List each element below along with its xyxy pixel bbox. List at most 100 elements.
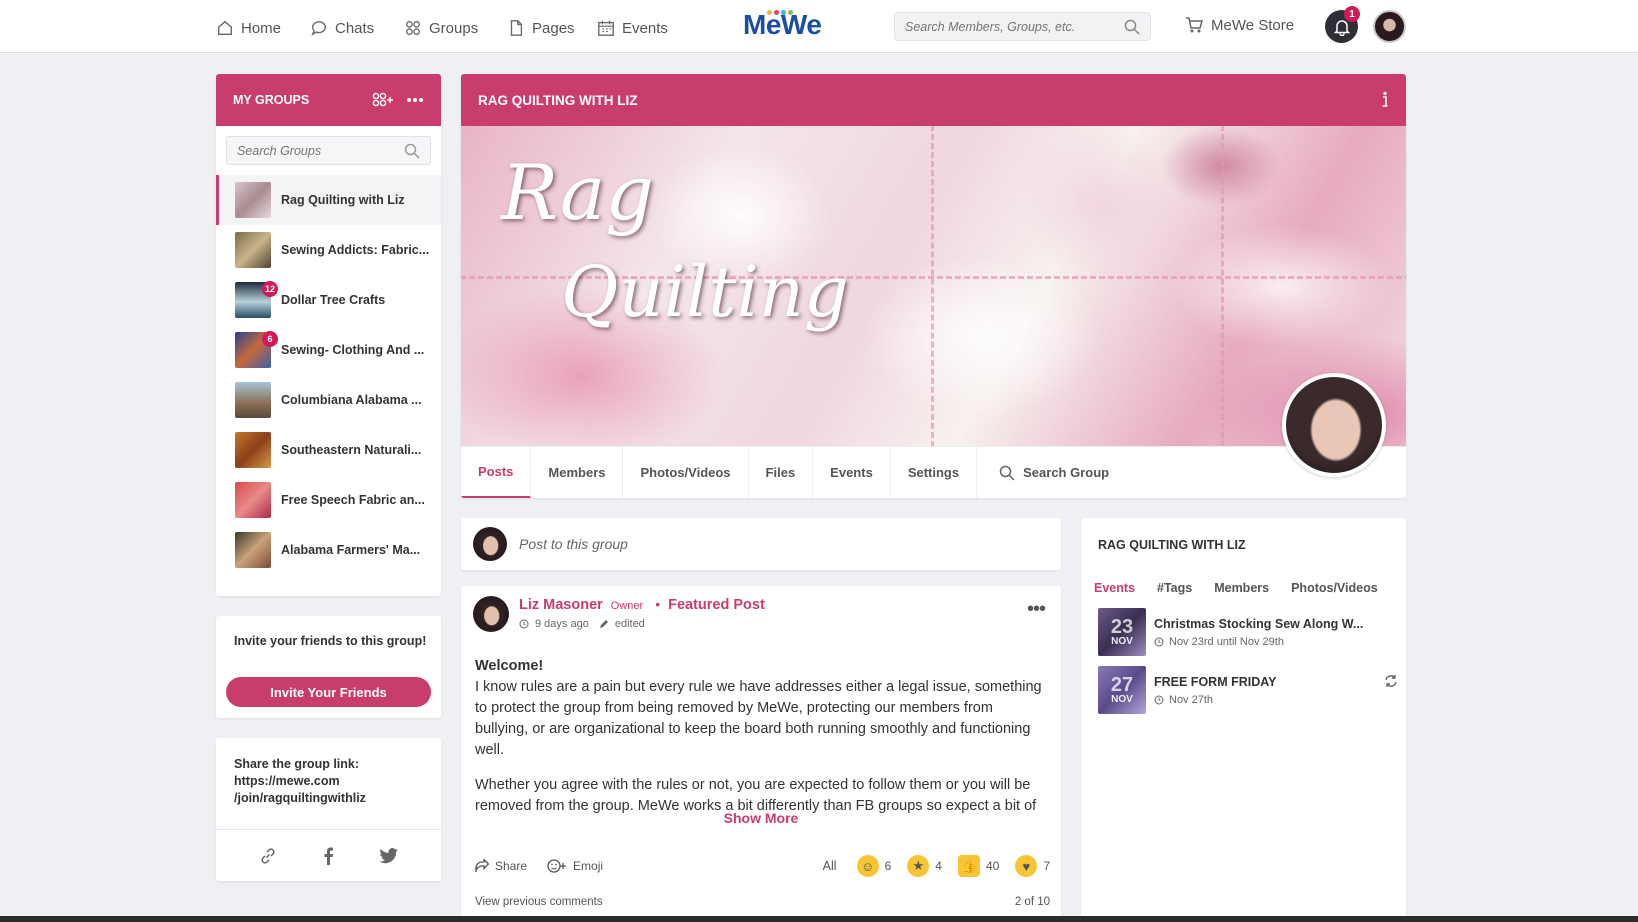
group-item[interactable]: Columbiana Alabama ...	[216, 375, 441, 425]
tab-photos-videos[interactable]: Photos/Videos	[623, 446, 749, 498]
clock-icon	[1154, 637, 1164, 647]
comment-counter: 2 of 10	[1014, 896, 1050, 908]
composer-placeholder[interactable]: Post to this group	[519, 536, 628, 552]
post-heading: Welcome!	[475, 658, 544, 674]
event-date: Nov 23rd until Nov 29th	[1169, 635, 1284, 648]
emoji-button[interactable]: Emoji	[547, 858, 603, 874]
tab-members[interactable]: Members	[1214, 581, 1269, 595]
home-icon	[216, 19, 234, 37]
nav-groups[interactable]: Groups	[404, 16, 478, 40]
group-name: Southeastern Naturali...	[281, 443, 422, 457]
mewe-logo[interactable]: MeWe	[743, 9, 822, 41]
twitter-icon[interactable]	[379, 847, 399, 864]
group-info-panel: RAG QUILTING WITH LIZ Events #Tags Membe…	[1081, 518, 1406, 922]
group-item[interactable]: Sewing Addicts: Fabric...	[216, 225, 441, 275]
unread-badge: 6	[262, 331, 278, 347]
cover-title-line1: Rag	[501, 148, 654, 237]
user-avatar[interactable]	[1373, 10, 1406, 43]
featured-post: Liz Masoner Owner • Featured Post 9 days…	[461, 586, 1061, 922]
add-emoji-icon	[547, 858, 567, 874]
nav-pages[interactable]: Pages	[507, 16, 575, 40]
group-item[interactable]: 6 Sewing- Clothing And ...	[216, 325, 441, 375]
search-icon[interactable]	[1124, 19, 1140, 35]
event-thumbnail: 27 NOV	[1098, 666, 1146, 714]
avatar[interactable]	[473, 596, 509, 632]
event-item[interactable]: 23 NOV Christmas Stocking Sew Along W...…	[1098, 608, 1398, 656]
add-group-icon[interactable]	[372, 92, 394, 108]
group-item[interactable]: Rag Quilting with Liz	[216, 175, 441, 225]
event-thumbnail: 23 NOV	[1098, 608, 1146, 656]
quilt-seam	[1221, 126, 1224, 446]
group-owner-avatar[interactable]	[1282, 373, 1386, 477]
reaction-count: 4	[935, 859, 942, 873]
event-name: FREE FORM FRIDAY	[1154, 674, 1277, 689]
post-options-icon[interactable]: •••	[1027, 598, 1046, 621]
unread-badge: 12	[262, 281, 278, 297]
share-link-line1[interactable]: https://mewe.com	[234, 773, 423, 790]
nav-events[interactable]: Events	[597, 16, 668, 40]
share-icon	[475, 859, 489, 873]
tab-events[interactable]: Events	[813, 446, 891, 498]
reaction-count: 6	[884, 859, 892, 873]
tab-tags[interactable]: #Tags	[1157, 581, 1192, 595]
page-icon	[507, 19, 525, 37]
event-item[interactable]: 27 NOV FREE FORM FRIDAY Nov 27th	[1098, 666, 1398, 714]
post-composer[interactable]: Post to this group	[461, 518, 1061, 570]
group-item[interactable]: Alabama Farmers' Ma...	[216, 525, 441, 575]
tab-events[interactable]: Events	[1094, 581, 1135, 595]
thumbs-up-emoji-icon[interactable]: 👍	[957, 855, 980, 877]
panel-tabs: Events #Tags Members Photos/Videos	[1094, 581, 1400, 595]
info-icon[interactable]	[1381, 91, 1389, 109]
reaction-count: 40	[985, 859, 1000, 873]
group-thumbnail	[235, 432, 271, 468]
view-previous-comments-link[interactable]: View previous comments	[475, 896, 603, 908]
nav-home[interactable]: Home	[216, 16, 281, 40]
tab-photos-videos[interactable]: Photos/Videos	[1291, 581, 1378, 595]
group-item[interactable]: Free Speech Fabric an...	[216, 475, 441, 525]
group-name: Columbiana Alabama ...	[281, 393, 422, 407]
group-name: Sewing Addicts: Fabric...	[281, 243, 430, 257]
recurring-icon	[1384, 674, 1398, 688]
facebook-icon[interactable]	[322, 847, 334, 865]
group-search[interactable]	[226, 136, 431, 165]
quilt-seam	[931, 126, 934, 446]
group-item[interactable]: 12 Dollar Tree Crafts	[216, 275, 441, 325]
group-search-input[interactable]	[237, 143, 404, 158]
post-body: Welcome! I know rules are a pain but eve…	[475, 656, 1050, 831]
nav-chats[interactable]: Chats	[310, 16, 374, 40]
group-tabs: Posts Members Photos/Videos Files Events…	[461, 446, 1406, 498]
more-options-icon[interactable]	[406, 97, 424, 103]
post-author[interactable]: Liz Masoner	[519, 597, 603, 613]
share-button[interactable]: Share	[475, 859, 527, 873]
group-name: Sewing- Clothing And ...	[281, 343, 425, 357]
star-eyes-emoji-icon[interactable]: ★	[907, 855, 930, 877]
group-thumbnail	[235, 532, 271, 568]
bottom-edge	[0, 916, 1638, 922]
global-search-input[interactable]	[905, 19, 1124, 34]
smile-emoji-icon[interactable]: ☺	[856, 855, 879, 877]
search-icon[interactable]	[404, 143, 420, 159]
group-title-bar: RAG QUILTING WITH LIZ	[461, 74, 1406, 126]
group-title: RAG QUILTING WITH LIZ	[478, 92, 638, 108]
logo-dots	[767, 10, 799, 16]
tab-search-group[interactable]: Search Group	[977, 447, 1126, 499]
copy-link-icon[interactable]	[259, 847, 277, 865]
tab-members[interactable]: Members	[531, 446, 624, 498]
group-item[interactable]: Southeastern Naturali...	[216, 425, 441, 475]
post-actions: Share Emoji All ☺ 6 ★ 4 👍 40 ♥ 7	[475, 854, 1050, 878]
cover-title-line2: Quilting	[561, 251, 849, 333]
tab-posts[interactable]: Posts	[461, 446, 532, 498]
group-name: Free Speech Fabric an...	[281, 493, 425, 507]
share-group-card: Share the group link: https://mewe.com /…	[216, 738, 441, 881]
mewe-store-link[interactable]: MeWe Store	[1185, 16, 1294, 34]
global-search[interactable]	[894, 12, 1151, 41]
tab-files[interactable]: Files	[749, 446, 814, 498]
hug-emoji-icon[interactable]: ♥	[1015, 855, 1038, 877]
show-more-link[interactable]: Show More	[461, 810, 1061, 826]
all-reactions-filter[interactable]: All	[823, 859, 837, 873]
event-name: Christmas Stocking Sew Along W...	[1154, 616, 1364, 631]
group-name: Dollar Tree Crafts	[281, 293, 386, 307]
tab-settings[interactable]: Settings	[891, 446, 978, 498]
share-link-line2[interactable]: /join/ragquiltingwithliz	[234, 790, 423, 807]
invite-friends-button[interactable]: Invite Your Friends	[226, 677, 431, 707]
